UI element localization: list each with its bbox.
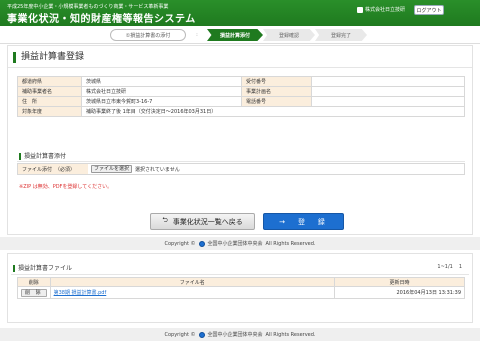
file-status: 選択されていません [135, 166, 180, 173]
org-name: 全国中小企業団体中央会 [207, 332, 263, 338]
value-receipt-number [311, 76, 465, 87]
footer: Copyright © 全国中小企業団体中央会 All Rights Reser… [0, 237, 480, 250]
value-prefecture: 茨城県 [81, 76, 242, 87]
page-title: 損益計算書登録 [13, 52, 84, 63]
copyright-text: Copyright © [164, 240, 196, 247]
pager-range: 1~1/1 [437, 264, 453, 270]
back-to-list-button[interactable]: ⮌ 事業化状況一覧へ戻る [150, 213, 255, 230]
file-table: 削除 ファイル名 更新日時 削 除 第38期 損益計算書.pdf 2016年04… [17, 277, 465, 299]
label-prefecture: 都道府県 [17, 76, 82, 87]
registration-panel: 損益計算書登録 都道府県 茨城県 受付番号 補助事業者名 株式会社日立技研 事業… [7, 45, 473, 235]
label-business-name: 補助事業者名 [17, 86, 82, 97]
table-row: 削 除 第38期 損益計算書.pdf 2016年04月13日 13:31:39 [17, 286, 465, 299]
org-logo-icon [198, 331, 205, 338]
pdf-notice: ※ZIP は無効、PDFを登録してください。 [19, 184, 113, 190]
arrow-right-icon: → [279, 217, 288, 226]
file-link[interactable]: 第38期 損益計算書.pdf [54, 290, 107, 296]
value-plan-name [311, 86, 465, 97]
label-target-year: 対象年度 [17, 106, 82, 117]
register-button-label: 登 録 [297, 217, 328, 226]
value-phone [311, 96, 465, 107]
value-business-name: 株式会社日立技研 [81, 86, 242, 97]
value-target-year: 補助事業終了後 1年目（交付決定日～2016年03月31日） [81, 106, 465, 117]
divider [11, 274, 469, 275]
rights-text: All Rights Reserved. [265, 240, 316, 247]
divider [17, 161, 465, 162]
file-input: ファイルを選択 選択されていません [88, 164, 464, 174]
col-delete: 削除 [17, 277, 51, 287]
pager-page-link[interactable]: 1 [459, 264, 462, 270]
choose-file-button[interactable]: ファイルを選択 [91, 165, 133, 173]
label-plan-name: 事業計画名 [241, 86, 312, 97]
table-row: 対象年度 補助事業終了後 1年目（交付決定日～2016年03月31日） [17, 106, 465, 117]
logout-button[interactable]: ログアウト [414, 5, 444, 15]
step-separator: : [196, 32, 198, 38]
label-receipt-number: 受付番号 [241, 76, 312, 87]
table-row: 住 所 茨城県日立市東今賀町3-16-7 電話番号 [17, 96, 465, 107]
required-mark: （必須） [55, 166, 76, 173]
file-list-title: 損益計算書ファイル [13, 265, 72, 272]
current-user: 株式会社日立技研 [357, 6, 405, 13]
step-confirm: 登録確認 [263, 29, 315, 41]
app-title: 事業化状況・知的財産権等報告システム [7, 14, 196, 25]
delete-cell: 削 除 [17, 286, 51, 299]
org-name: 全国中小企業団体中央会 [207, 241, 263, 247]
return-arrow-icon: ⮌ [162, 216, 168, 224]
register-button[interactable]: → 登 録 [263, 213, 344, 230]
business-info-table: 都道府県 茨城県 受付番号 補助事業者名 株式会社日立技研 事業計画名 住 所 … [17, 76, 465, 117]
step-current: 損益計算添付 [207, 29, 263, 41]
table-row: 補助事業者名 株式会社日立技研 事業計画名 [17, 86, 465, 97]
file-attach-row: ファイル添付 （必須） ファイルを選択 選択されていません [17, 163, 465, 175]
progress-steps: ①損益計算書の添付 : 損益計算添付 登録確認 登録完了 [0, 26, 480, 44]
attach-section-title: 損益計算書添付 [19, 153, 66, 160]
org-logo-icon [198, 240, 205, 247]
step-complete: 登録完了 [315, 29, 367, 41]
col-updated: 更新日時 [334, 277, 465, 287]
label-address: 住 所 [17, 96, 82, 107]
pagination: 1~1/1 1 [437, 264, 462, 270]
user-icon [357, 6, 363, 13]
program-subtitle: 平成25年度中小企業・小規模事業者ものづくり商業・サービス革新事業 [7, 4, 169, 10]
col-file-name: ファイル名 [49, 277, 336, 287]
step-attach-statement: ①損益計算書の添付 [110, 29, 186, 41]
app-header: 平成25年度中小企業・小規模事業者ものづくり商業・サービス革新事業 事業化状況・… [0, 0, 480, 26]
delete-button[interactable]: 削 除 [21, 289, 47, 297]
footer: Copyright © 全国中小企業団体中央会 All Rights Reser… [0, 328, 480, 341]
file-label-text: ファイル添付 [22, 166, 53, 173]
back-button-label: 事業化状況一覧へ戻る [172, 217, 243, 226]
updated-cell: 2016年04月13日 13:31:39 [334, 286, 465, 299]
file-list-panel: 損益計算書ファイル 1~1/1 1 削除 ファイル名 更新日時 削 除 第38期… [7, 253, 473, 323]
copyright-text: Copyright © [164, 331, 196, 338]
file-attach-label: ファイル添付 （必須） [18, 164, 88, 174]
label-phone: 電話番号 [241, 96, 312, 107]
rights-text: All Rights Reserved. [265, 331, 316, 338]
table-row: 都道府県 茨城県 受付番号 [17, 76, 465, 87]
value-address: 茨城県日立市東今賀町3-16-7 [81, 96, 242, 107]
divider [8, 67, 472, 68]
user-name: 株式会社日立技研 [365, 7, 406, 13]
table-header-row: 削除 ファイル名 更新日時 [17, 277, 465, 287]
file-name-cell: 第38期 損益計算書.pdf [49, 286, 336, 299]
